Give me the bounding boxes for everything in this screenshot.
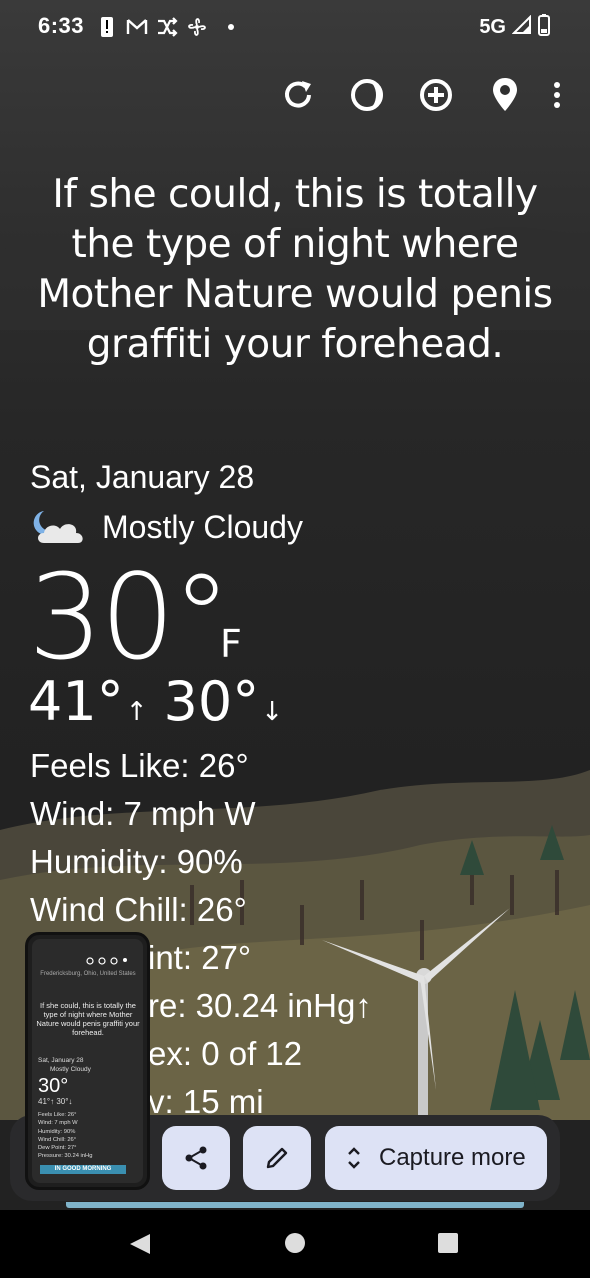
location-button[interactable] bbox=[482, 72, 528, 118]
edit-button[interactable] bbox=[243, 1126, 311, 1190]
screenshot-thumbnail[interactable]: Fredericksburg, Ohio, United States If s… bbox=[25, 932, 150, 1190]
high-low-row: 41° ↑ 30° ↓ bbox=[28, 670, 299, 733]
thumbnail-detail: Pressure: 30.24 inHg bbox=[38, 1153, 93, 1160]
detail-wind: Wind: 7 mph W bbox=[30, 795, 256, 832]
home-button[interactable] bbox=[285, 1233, 305, 1253]
pencil-icon bbox=[266, 1147, 288, 1169]
thumbnail-toolbar-icons bbox=[86, 957, 127, 965]
thumbnail-date: Sat, January 28 bbox=[38, 1057, 84, 1064]
thumbnail-content: Fredericksburg, Ohio, United States If s… bbox=[32, 939, 143, 1183]
thumbnail-detail: Dew Point: 27° bbox=[38, 1145, 77, 1152]
more-notifications-dot bbox=[228, 24, 234, 30]
partly-cloudy-night-icon bbox=[33, 511, 83, 543]
temperature-unit: F bbox=[220, 622, 242, 666]
share-button[interactable] bbox=[162, 1126, 230, 1190]
battery-icon bbox=[538, 14, 550, 41]
refresh-icon bbox=[285, 81, 311, 108]
overflow-menu-button[interactable] bbox=[542, 72, 572, 118]
theme-button[interactable] bbox=[344, 72, 390, 118]
weather-app-screen: 6:33 5G If she could, this is totally th… bbox=[0, 0, 590, 1278]
thumbnail-detail: Wind: 7 mph W bbox=[38, 1120, 78, 1127]
thumbnail-detail: Humidity: 90% bbox=[38, 1128, 76, 1135]
forecast-date: Sat, January 28 bbox=[30, 459, 255, 495]
thumbnail-details: Feels Like: 26° Wind: 7 mph W Humidity: … bbox=[38, 1111, 92, 1161]
thumbnail-location: Fredericksburg, Ohio, United States bbox=[40, 971, 136, 977]
thumbnail-detail: Wind Chill: 26° bbox=[38, 1136, 77, 1143]
condition-row: Mostly Cloudy bbox=[30, 507, 303, 547]
system-navigation-bar bbox=[0, 1210, 590, 1278]
thumbnail-temperature: 30° bbox=[38, 1075, 69, 1097]
thumbnail-high-low: 41°↑ 30°↓ bbox=[38, 1097, 73, 1106]
bottom-banner-strip bbox=[66, 1202, 524, 1208]
signal-icon bbox=[511, 14, 532, 40]
location-pin-icon bbox=[493, 78, 517, 111]
add-location-button[interactable] bbox=[413, 72, 459, 118]
network-type: 5G bbox=[479, 16, 506, 38]
more-vert-icon bbox=[554, 82, 560, 108]
shuffle-icon bbox=[156, 16, 178, 38]
arrow-down-icon: ↓ bbox=[261, 697, 284, 727]
system-indicators: 5G bbox=[479, 14, 550, 41]
high-temp: 41° bbox=[28, 670, 124, 733]
fan-icon bbox=[186, 16, 208, 38]
capture-more-label: Capture more bbox=[379, 1144, 526, 1171]
detail-humidity: Humidity: 90% bbox=[30, 843, 243, 880]
alert-icon bbox=[96, 16, 118, 38]
capture-more-button[interactable]: Capture more bbox=[325, 1126, 547, 1190]
arrow-up-icon: ↑ bbox=[125, 697, 148, 727]
current-temperature: 30° bbox=[28, 548, 231, 686]
share-icon bbox=[185, 1146, 207, 1170]
add-circle-icon bbox=[420, 79, 452, 111]
expand-icon bbox=[348, 1147, 360, 1169]
detail-feels-like: Feels Like: 26° bbox=[30, 747, 249, 784]
refresh-button[interactable] bbox=[275, 72, 321, 118]
gmail-icon bbox=[126, 16, 148, 38]
app-toolbar bbox=[252, 72, 590, 118]
status-bar: 6:33 5G bbox=[0, 0, 590, 54]
low-temp: 30° bbox=[163, 670, 260, 733]
condition-text: Mostly Cloudy bbox=[102, 508, 303, 545]
recents-button[interactable] bbox=[438, 1233, 458, 1253]
thumbnail-quote: If she could, this is totally the type o… bbox=[36, 1001, 140, 1037]
theme-icon bbox=[351, 79, 383, 111]
thumbnail-detail: Feels Like: 26° bbox=[38, 1112, 77, 1118]
thumbnail-banner: IN GOOD MORNING bbox=[40, 1165, 126, 1174]
thumbnail-condition: Mostly Cloudy bbox=[50, 1066, 91, 1073]
snarky-quote: If she could, this is totally the type o… bbox=[37, 172, 553, 367]
back-icon[interactable] bbox=[128, 1232, 152, 1256]
detail-wind-chill: Wind Chill: 26° bbox=[30, 891, 247, 928]
clock: 6:33 bbox=[38, 13, 85, 38]
notification-icons bbox=[96, 16, 234, 38]
